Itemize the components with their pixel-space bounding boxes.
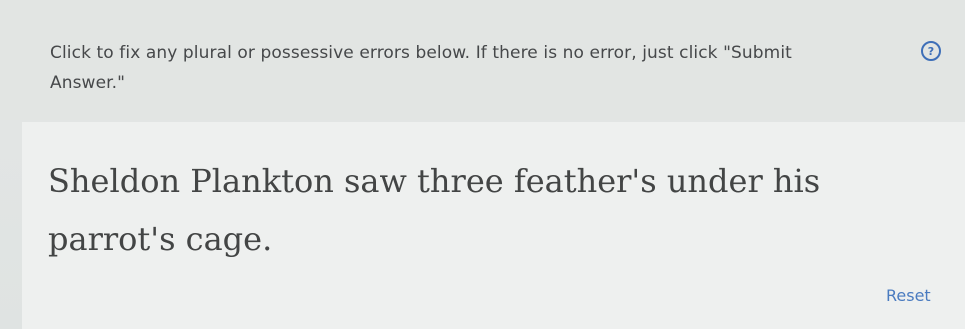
word-sheldon[interactable]: Sheldon [48, 162, 180, 200]
sentence: Sheldon Plankton saw three feather's und… [48, 152, 908, 268]
word-saw[interactable]: saw [344, 162, 407, 200]
reset-button[interactable]: Reset [886, 286, 931, 305]
help-button[interactable]: ? [921, 41, 941, 61]
word-plankton[interactable]: Plankton [190, 162, 334, 200]
word-his[interactable]: his [773, 162, 820, 200]
word-three[interactable]: three [417, 162, 504, 200]
instructions-text: Click to fix any plural or possessive er… [50, 43, 792, 93]
word-parrots[interactable]: parrot's [48, 220, 176, 258]
word-feathers[interactable]: feather's [514, 162, 657, 200]
word-under[interactable]: under [667, 162, 763, 200]
question-circle-icon: ? [927, 44, 935, 58]
word-cage[interactable]: cage. [186, 220, 273, 258]
